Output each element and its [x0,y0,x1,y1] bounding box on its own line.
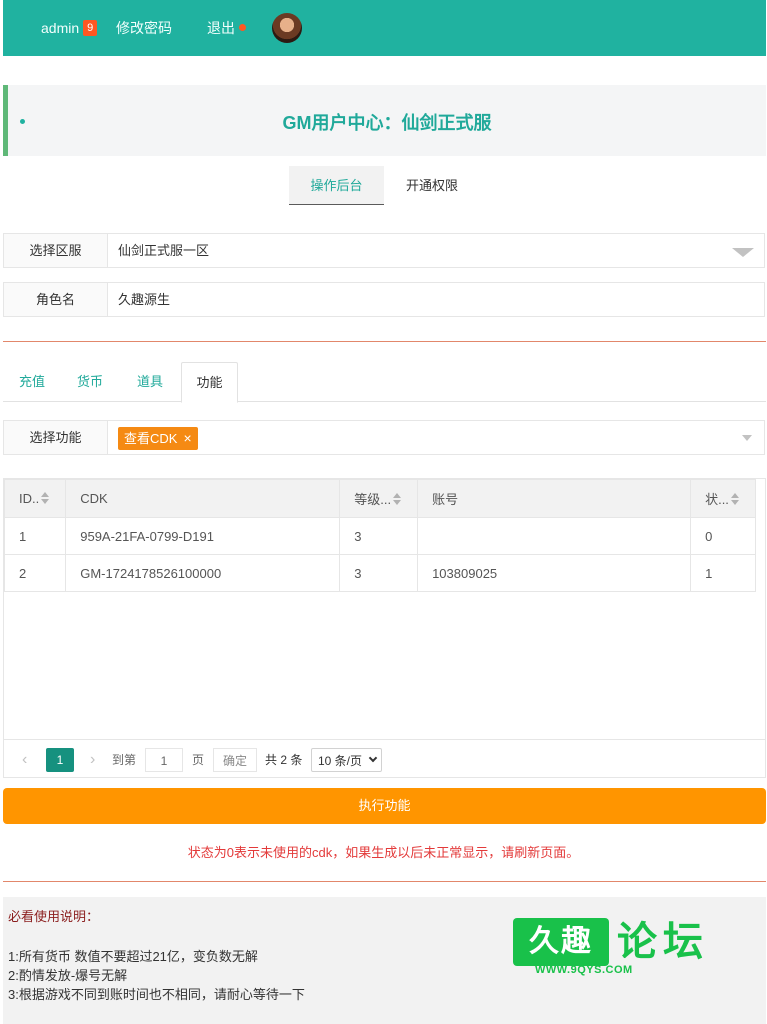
logout-dot-indicator [239,24,246,31]
top-navbar: admin 9 修改密码 退出 [3,0,766,56]
total-count: 共 2 条 [265,753,303,767]
cell-status: 1 [690,554,756,592]
help-title: 必看使用说明： [8,909,100,924]
cell-account [417,517,692,555]
logout-link[interactable]: 退出 [207,0,246,56]
goto-page-input[interactable]: 1 [145,748,183,772]
column-header-level[interactable]: 等级... [339,479,419,518]
page-size-select[interactable]: 10 条/页 [311,748,382,772]
selected-function-tag[interactable]: 查看CDK × [118,427,198,450]
next-page-icon[interactable]: › [90,748,95,772]
cell-cdk: GM-1724178526100000 [65,554,341,592]
tab-items[interactable]: 道具 [127,362,173,402]
goto-label: 到第 [112,753,137,767]
server-select[interactable]: 仙剑正式服一区 [118,234,209,267]
role-name-row: 角色名 久趣源生 [3,282,765,317]
watermark-badge-text: 久趣 [529,925,593,958]
notification-badge: 9 [83,20,98,36]
cell-cdk: 959A-21FA-0799-D191 [65,517,341,555]
table-row[interactable]: 1 959A-21FA-0799-D191 3 0 [3,517,756,555]
change-password-link[interactable]: 修改密码 [116,0,172,56]
cell-level: 3 [339,517,419,555]
role-name-input[interactable]: 久趣源生 [118,283,170,316]
execute-button[interactable]: 执行功能 [3,788,766,824]
server-select-row: 选择区服 仙剑正式服一区 [3,233,765,268]
dropdown-arrow-icon[interactable] [732,248,754,257]
help-line: 1:所有货币 数值不要超过21亿，变负数无解 [8,949,258,964]
goto-confirm-button[interactable]: 确定 [213,748,257,772]
user-name: admin [41,20,80,36]
prev-page-icon[interactable]: ‹ [22,748,27,772]
main-tabs: 操作后台 开通权限 [0,166,767,206]
help-line: 2:酌情发放-爆号无解 [8,968,128,983]
cdk-table: ID.. CDK 等级... 账号 状... 1 959A-21FA-0799-… [3,478,766,778]
table-header-row: ID.. CDK 等级... 账号 状... [3,479,756,518]
function-label: 选择功能 [4,421,108,454]
dropdown-arrow-icon[interactable] [742,435,752,441]
avatar[interactable] [272,13,302,43]
column-header-cdk: CDK [65,479,341,518]
logout-label: 退出 [207,20,235,36]
sort-icon[interactable] [393,493,403,505]
title-panel: GM用户中心：仙剑正式服 [3,85,766,156]
divider [3,341,766,342]
help-line: 3:根据游戏不同到账时间也不相同，请耐心等待一下 [8,987,305,1002]
pagination: ‹ 1 › 到第 1 页 确定 共 2 条 10 条/页 [4,739,765,777]
page-size-value: 10 条/页 [318,754,363,768]
watermark-text: 论坛 [617,920,709,964]
cell-id: 2 [3,554,67,592]
user-menu[interactable]: admin 9 [41,0,98,56]
chevron-down-icon [368,753,378,763]
tab-operation[interactable]: 操作后台 [289,166,384,205]
page-title: GM用户中心：仙剑正式服 [282,113,492,133]
page-unit-label: 页 [192,753,205,767]
table-row[interactable]: 2 GM-1724178526100000 3 103809025 1 [3,554,756,592]
sort-icon[interactable] [730,493,741,505]
tab-currency[interactable]: 货币 [67,362,113,402]
cell-account: 103809025 [417,554,692,592]
cell-id: 1 [3,517,67,555]
tab-functions[interactable]: 功能 [181,362,238,403]
tab-recharge[interactable]: 充值 [9,362,55,402]
divider [3,881,766,882]
function-tabs: 充值 货币 道具 功能 [3,362,766,403]
column-header-account: 账号 [417,479,692,518]
forum-watermark-logo: 久趣 论坛 WWW.9QYS.COM [513,916,728,978]
watermark-url: WWW.9QYS.COM [535,964,633,976]
column-header-status[interactable]: 状... [690,479,756,518]
tab-permission[interactable]: 开通权限 [392,166,472,205]
role-label: 角色名 [4,283,108,316]
status-notice: 状态为0表示未使用的cdk，如果生成以后未正常显示，请刷新页面。 [187,845,580,860]
cell-level: 3 [339,554,419,592]
column-header-id[interactable]: ID.. [3,479,67,518]
close-icon[interactable]: × [183,430,191,446]
function-select-row: 选择功能 查看CDK × [3,420,765,455]
page-1-button[interactable]: 1 [46,748,74,772]
sort-icon[interactable] [41,492,51,504]
server-label: 选择区服 [4,234,108,267]
tag-label: 查看CDK [124,431,178,446]
cell-status: 0 [690,517,756,555]
